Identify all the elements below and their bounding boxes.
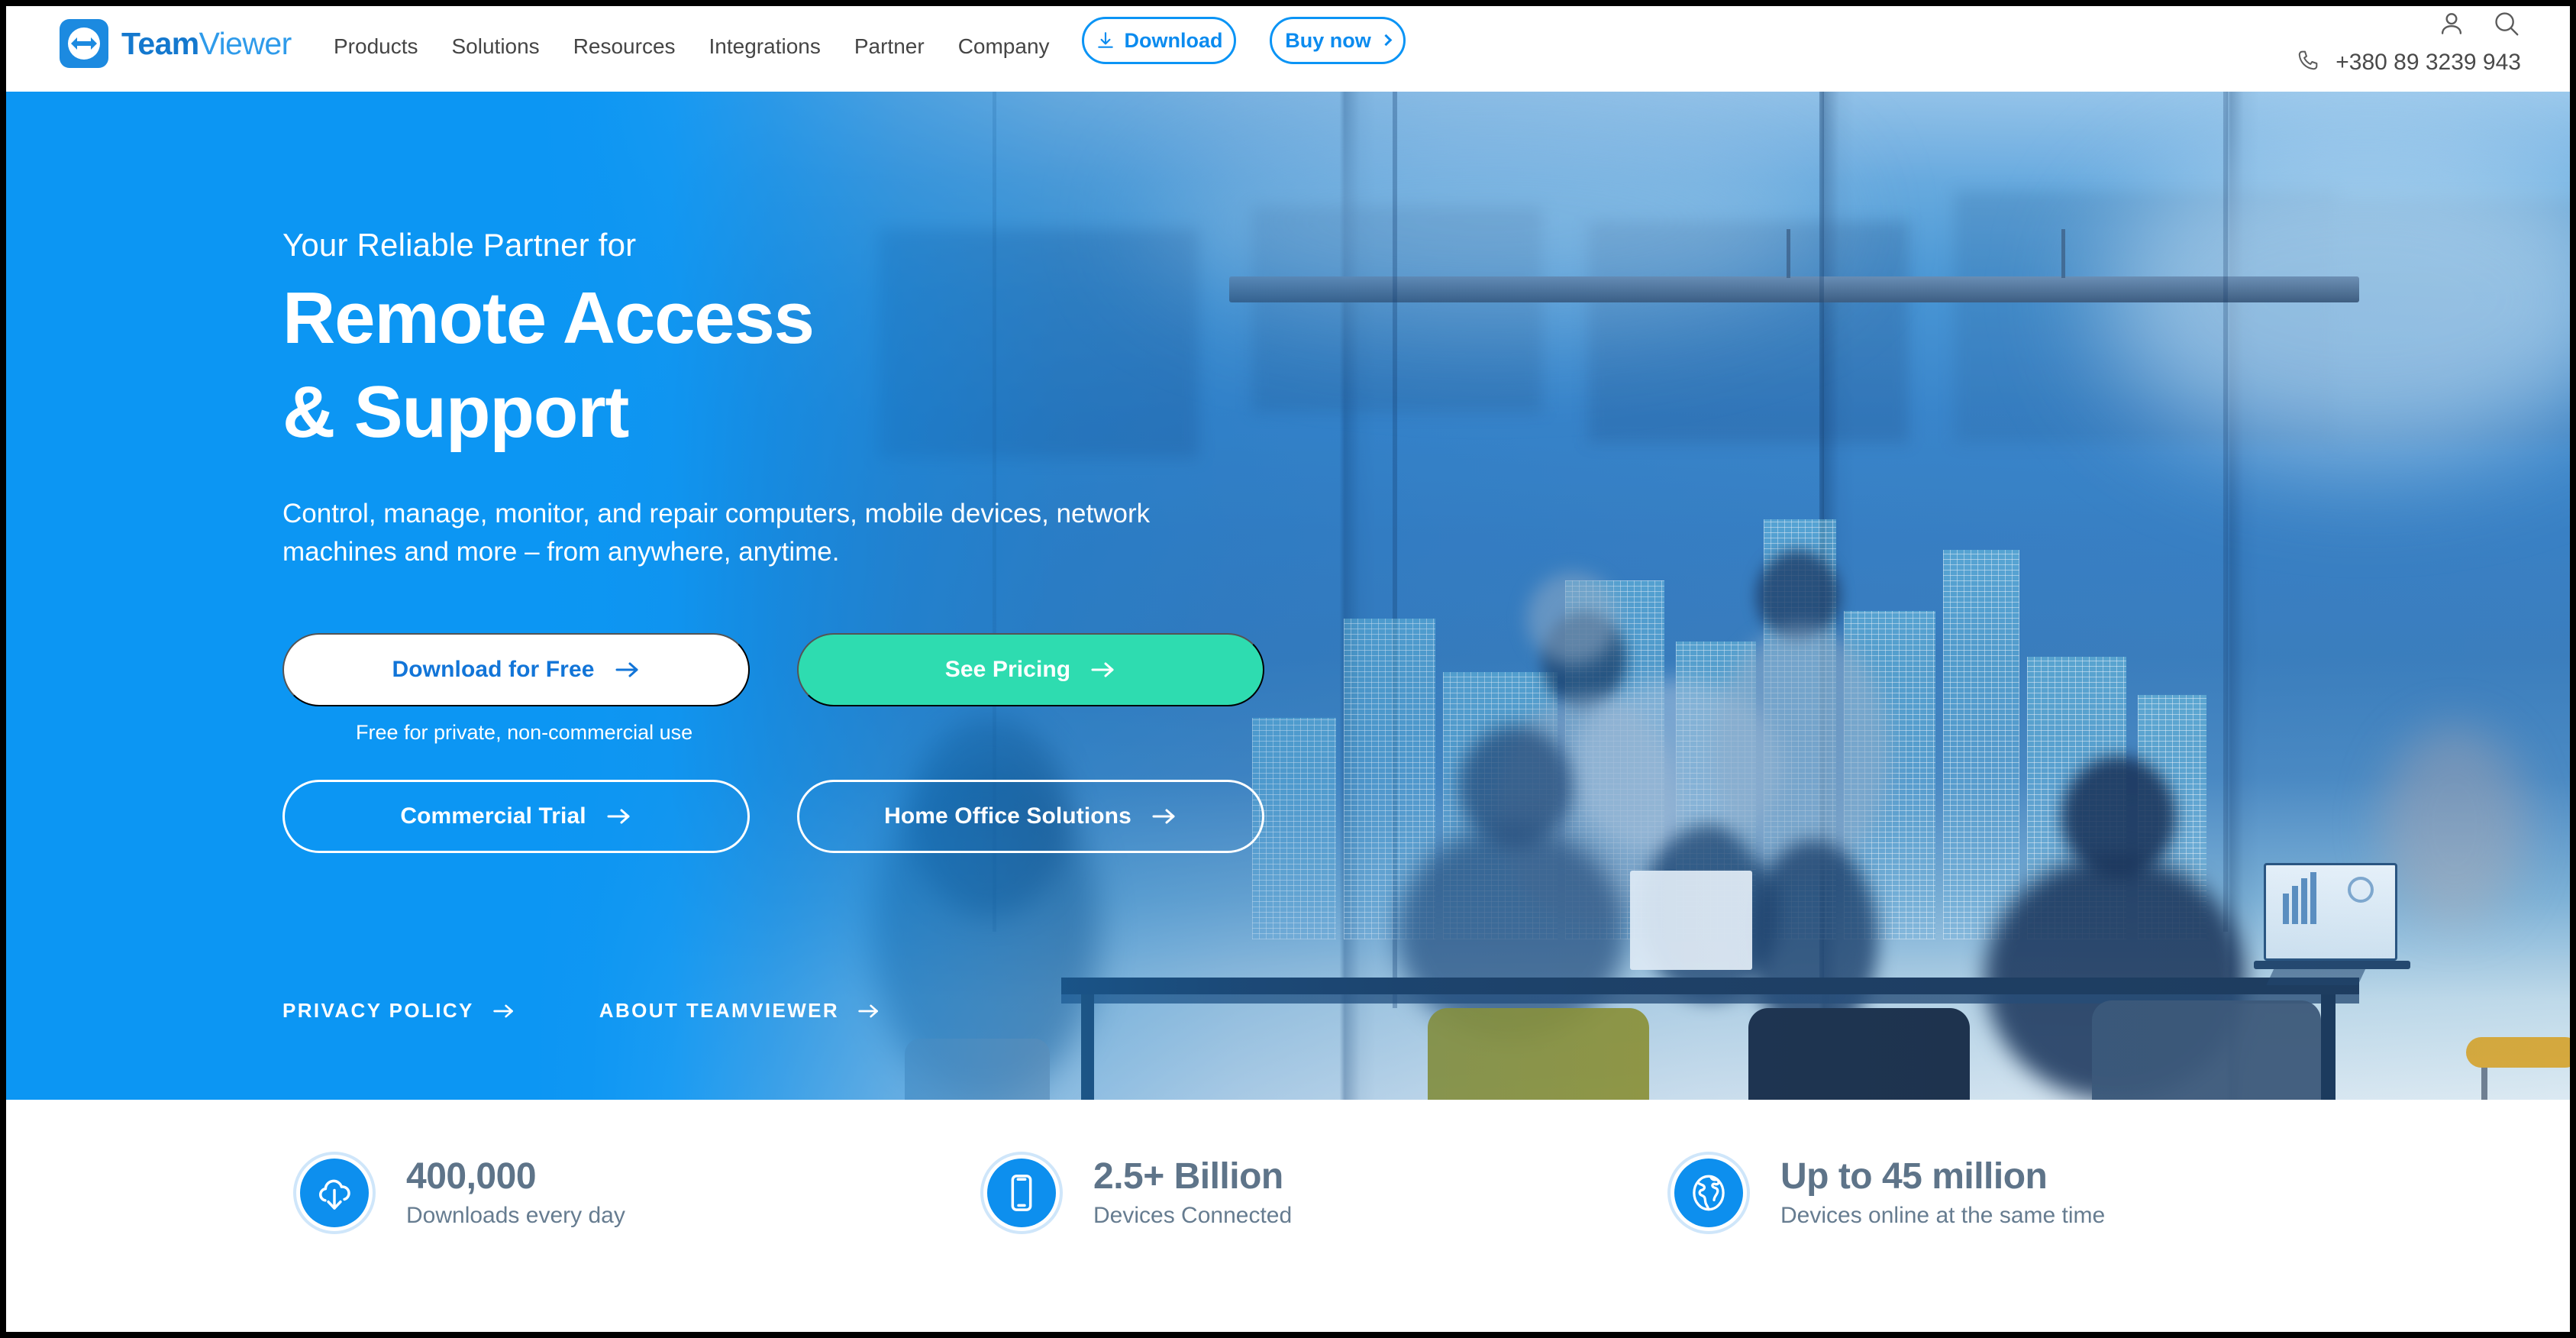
arrow-right-icon xyxy=(492,1003,515,1020)
stat-label: Devices Connected xyxy=(1093,1203,1293,1228)
see-pricing-label: See Pricing xyxy=(944,657,1071,682)
stat-label: Downloads every day xyxy=(406,1203,625,1228)
primary-nav: Products Solutions Resources Integration… xyxy=(317,34,1067,60)
stat-value: 400,000 xyxy=(406,1156,537,1197)
nav-item-partner[interactable]: Partner xyxy=(838,34,941,60)
hero-section: Your Reliable Partner for Remote Access … xyxy=(0,92,2576,1100)
arrow-right-icon xyxy=(615,661,641,679)
logo-word-viewer: Viewer xyxy=(199,25,292,61)
buy-now-button[interactable]: Buy now xyxy=(1270,17,1406,64)
download-icon xyxy=(1096,31,1115,50)
phone-icon xyxy=(2296,48,2320,76)
logo-wordmark: TeamViewer xyxy=(121,25,292,61)
nav-item-resources[interactable]: Resources xyxy=(557,34,692,60)
window-frame-top xyxy=(0,0,2576,6)
site-header: TeamViewer Products Solutions Resources … xyxy=(0,0,2576,92)
nav-item-company[interactable]: Company xyxy=(941,34,1067,60)
nav-item-products[interactable]: Products xyxy=(317,34,435,60)
stat-value: Up to 45 million xyxy=(1780,1156,2048,1197)
stat-icon-ring xyxy=(1667,1152,1750,1234)
see-pricing-button[interactable]: See Pricing xyxy=(797,633,1264,706)
free-usage-note: Free for private, non-commercial use xyxy=(356,721,693,744)
stat-value: 2.5+ Billion xyxy=(1093,1156,1283,1197)
hero-footer-links: PRIVACY POLICY ABOUT TEAMVIEWER xyxy=(282,999,880,1023)
stat-devices-online: Up to 45 million Devices online at the s… xyxy=(1667,1100,2355,1234)
about-teamviewer-label: ABOUT TEAMVIEWER xyxy=(599,999,840,1022)
hero-secondary-cta-row: Commercial Trial Home Office Solutions xyxy=(282,780,1264,853)
user-account-icon[interactable] xyxy=(2437,9,2466,42)
stat-downloads: 400,000 Downloads every day xyxy=(293,1100,980,1234)
arrow-right-icon xyxy=(606,807,632,826)
arrow-right-icon xyxy=(857,1003,880,1020)
hero-primary-cta-row: Download for Free See Pricing xyxy=(282,633,1264,706)
commercial-trial-button[interactable]: Commercial Trial xyxy=(282,780,750,853)
arrow-right-icon xyxy=(1151,807,1177,826)
download-button[interactable]: Download xyxy=(1082,17,1236,64)
privacy-policy-label: PRIVACY POLICY xyxy=(282,999,474,1022)
globe-icon xyxy=(1674,1159,1743,1227)
nav-item-solutions[interactable]: Solutions xyxy=(435,34,557,60)
privacy-policy-link[interactable]: PRIVACY POLICY xyxy=(282,999,515,1023)
header-phone[interactable]: +380 89 3239 943 xyxy=(2296,48,2521,76)
window-frame-bottom xyxy=(0,1332,2576,1338)
teamviewer-logo[interactable]: TeamViewer xyxy=(60,19,292,68)
header-utility-icons xyxy=(2437,9,2521,42)
cloud-download-icon xyxy=(300,1159,369,1227)
nav-item-integrations[interactable]: Integrations xyxy=(692,34,838,60)
phone-number: +380 89 3239 943 xyxy=(2336,49,2521,75)
page-root: TeamViewer Products Solutions Resources … xyxy=(0,0,2576,1338)
chevron-right-icon xyxy=(1380,34,1393,47)
teamviewer-logo-icon xyxy=(60,19,108,68)
hero-content: Your Reliable Partner for Remote Access … xyxy=(282,92,1580,1100)
search-icon[interactable] xyxy=(2492,9,2521,42)
download-for-free-label: Download for Free xyxy=(392,657,595,682)
stats-section: 400,000 Downloads every day 2.5+ Billion… xyxy=(0,1100,2576,1338)
download-button-label: Download xyxy=(1124,28,1223,52)
arrow-right-icon xyxy=(1090,661,1116,679)
hero-eyebrow: Your Reliable Partner for xyxy=(282,227,637,263)
download-for-free-button[interactable]: Download for Free xyxy=(282,633,750,706)
window-frame-left xyxy=(0,0,6,1338)
commercial-trial-label: Commercial Trial xyxy=(400,803,586,829)
home-office-solutions-button[interactable]: Home Office Solutions xyxy=(797,780,1264,853)
stat-icon-ring xyxy=(980,1152,1063,1234)
buy-now-button-label: Buy now xyxy=(1285,28,1371,52)
stat-label: Devices online at the same time xyxy=(1780,1203,2106,1228)
window-frame-right xyxy=(2570,0,2576,1338)
mobile-phone-icon xyxy=(987,1159,1056,1227)
logo-word-team: Team xyxy=(121,25,199,61)
stat-devices-connected: 2.5+ Billion Devices Connected xyxy=(980,1100,1667,1234)
hero-subtitle: Control, manage, monitor, and repair com… xyxy=(282,499,1151,567)
stat-icon-ring xyxy=(293,1152,376,1234)
page-title: Remote Access & Support xyxy=(282,277,815,453)
about-teamviewer-link[interactable]: ABOUT TEAMVIEWER xyxy=(599,999,880,1023)
home-office-solutions-label: Home Office Solutions xyxy=(884,803,1131,829)
